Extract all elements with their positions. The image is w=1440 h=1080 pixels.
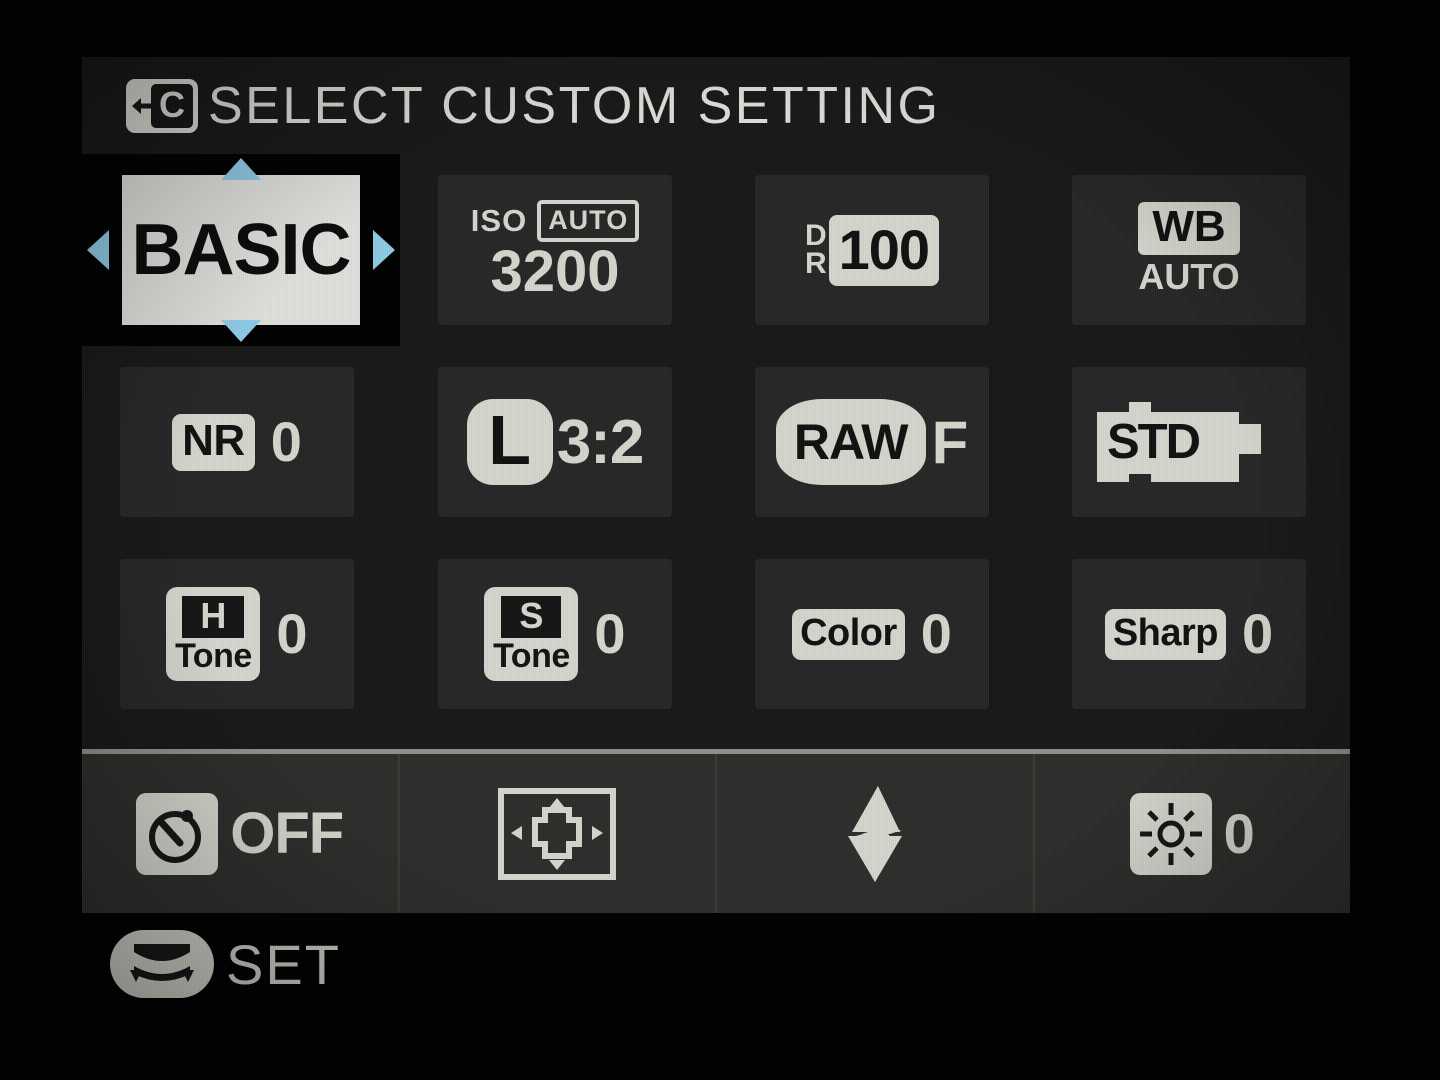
selector-arrow-down-icon	[221, 320, 261, 342]
shadow-tone-badge: S Tone	[484, 587, 579, 681]
set-label: SET	[226, 932, 341, 996]
color-value: 0	[920, 602, 952, 665]
sharpness-label: Sharp	[1104, 608, 1227, 660]
af-area-glyph	[511, 797, 604, 870]
flash-icon	[847, 785, 902, 882]
settings-grid: BASIC ISO AUTO 3200 D R 100 WB AUTO NR 0…	[82, 154, 1350, 749]
highlight-tone-word: Tone	[175, 636, 252, 675]
tile-white-balance[interactable]: WB AUTO	[1072, 175, 1306, 325]
exposure-compensation-value: 0	[1223, 801, 1255, 865]
shadow-tone-word: Tone	[493, 636, 570, 675]
raw-label: RAW	[775, 399, 926, 485]
tile-iso[interactable]: ISO AUTO 3200	[438, 175, 672, 325]
brightness-sun-icon	[1129, 792, 1212, 875]
tile-highlight-tone[interactable]: H Tone 0	[120, 559, 354, 709]
command-dial-icon	[110, 930, 214, 998]
self-timer-icon	[136, 792, 219, 875]
dr-label-d: D	[804, 219, 827, 253]
back-c-icon: C	[126, 78, 198, 133]
toolbar-item-flash-mode[interactable]	[717, 754, 1035, 913]
tile-noise-reduction[interactable]: NR 0	[120, 367, 354, 517]
self-timer-glyph	[149, 809, 202, 863]
menu-header: C SELECT CUSTOM SETTING	[82, 57, 1350, 154]
sharpness-value: 0	[1242, 602, 1274, 665]
iso-auto-badge: AUTO	[537, 199, 640, 242]
shadow-tone-value: 0	[594, 602, 626, 665]
highlight-tone-value: 0	[276, 602, 308, 665]
footer-hint: SET	[110, 930, 341, 998]
selector-arrow-right-icon	[373, 230, 395, 270]
af-area-icon	[498, 787, 617, 880]
toolbar-item-exposure-compensation[interactable]: 0	[1035, 754, 1351, 913]
custom-bank-highlight: BASIC	[122, 175, 360, 325]
custom-c-glyph: C	[151, 83, 193, 128]
tile-dynamic-range[interactable]: D R 100	[755, 175, 989, 325]
iso-value: 3200	[490, 238, 620, 304]
toolbar-item-self-timer[interactable]: OFF	[82, 754, 400, 913]
image-size-label: L	[466, 399, 553, 485]
film-simulation-label: STD	[1107, 415, 1201, 469]
color-label: Color	[792, 608, 905, 660]
tile-sharpness[interactable]: Sharp 0	[1072, 559, 1306, 709]
shadow-tone-letter: S	[501, 595, 562, 638]
page-title: SELECT CUSTOM SETTING	[208, 76, 941, 135]
highlight-tone-letter: H	[182, 595, 245, 638]
tile-film-simulation[interactable]: STD	[1072, 367, 1306, 517]
self-timer-value: OFF	[230, 801, 344, 866]
highlight-tone-badge: H Tone	[166, 587, 261, 681]
selector-arrow-up-icon	[221, 158, 261, 180]
tile-shadow-tone[interactable]: S Tone 0	[438, 559, 672, 709]
tile-color[interactable]: Color 0	[755, 559, 989, 709]
quality-value: F	[931, 408, 969, 476]
wb-label: WB	[1138, 202, 1240, 255]
nr-label: NR	[172, 413, 255, 471]
tile-custom-bank[interactable]: BASIC	[82, 154, 400, 346]
camera-lcd-screen: C SELECT CUSTOM SETTING BASIC ISO AUTO 3…	[0, 0, 1440, 1080]
sun-glyph	[1139, 802, 1202, 865]
selector-arrow-left-icon	[87, 230, 109, 270]
iso-label: ISO	[470, 202, 528, 238]
custom-bank-label: BASIC	[131, 210, 351, 290]
wb-value: AUTO	[1138, 256, 1240, 297]
quick-settings-toolbar: OFF 0	[82, 749, 1350, 913]
tile-image-size[interactable]: L 3:2	[438, 367, 672, 517]
nr-value: 0	[270, 410, 302, 473]
dr-value: 100	[828, 214, 940, 286]
image-size-ratio: 3:2	[556, 407, 645, 477]
command-dial-glyph	[130, 944, 194, 982]
tile-image-quality[interactable]: RAW F	[755, 367, 989, 517]
menu-panel: C SELECT CUSTOM SETTING BASIC ISO AUTO 3…	[82, 57, 1350, 913]
toolbar-item-af-mode[interactable]	[400, 754, 717, 913]
dr-label-r: R	[804, 247, 827, 280]
film-simulation-icon: STD	[1089, 394, 1289, 490]
